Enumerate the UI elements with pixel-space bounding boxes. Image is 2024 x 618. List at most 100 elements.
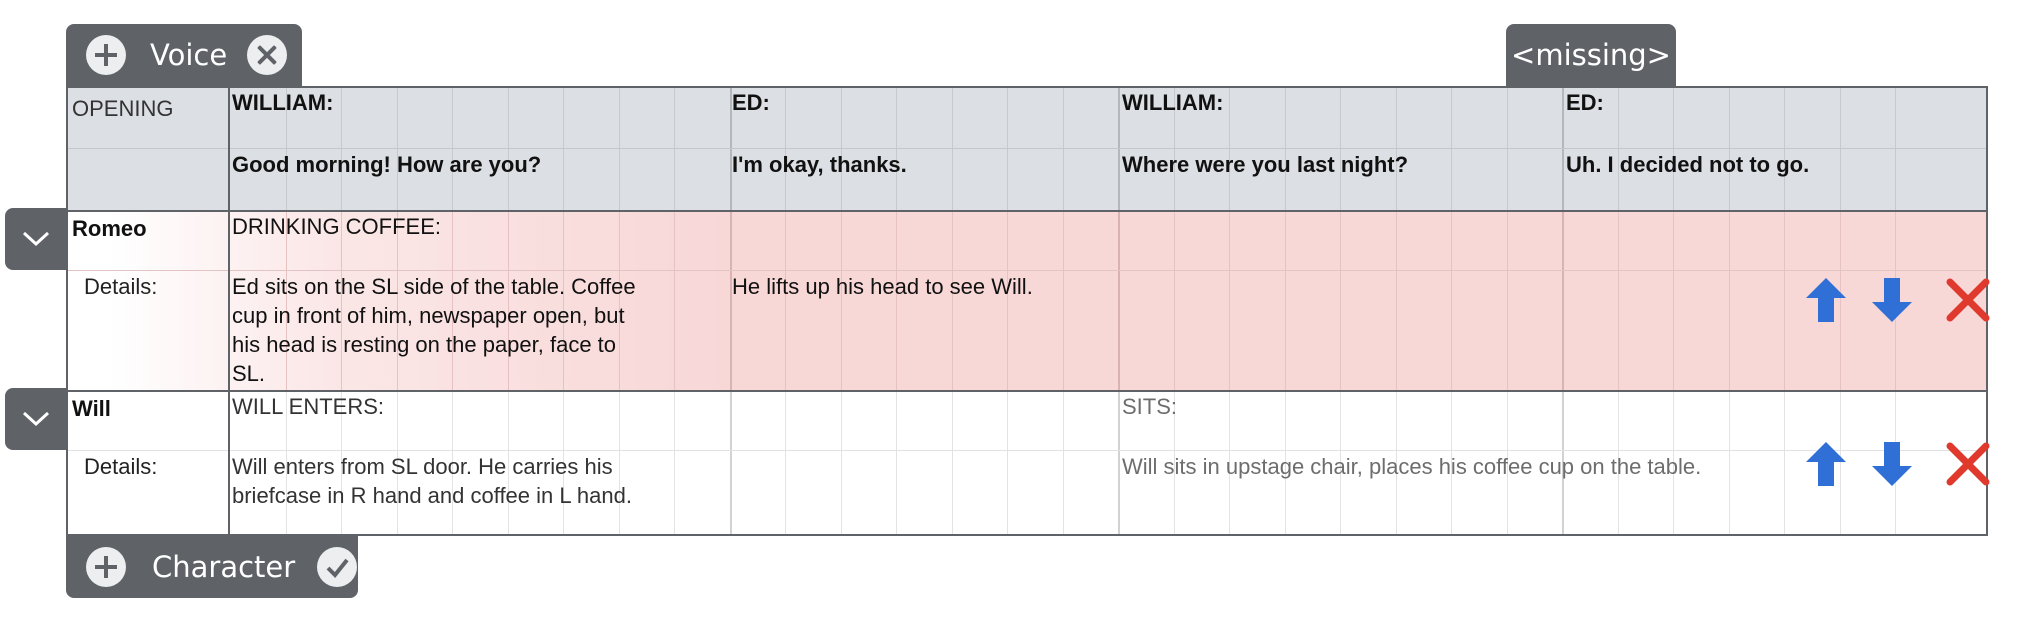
grid-line	[1007, 88, 1008, 210]
cue-speaker: ED:	[732, 90, 770, 115]
grid-line	[1062, 88, 1064, 210]
grid-line	[1007, 212, 1008, 390]
chevron-down-icon	[22, 411, 50, 427]
grid-line	[563, 88, 564, 210]
grid-line	[674, 392, 675, 534]
grid-line	[618, 88, 620, 210]
check-circle-icon[interactable]	[317, 547, 358, 587]
label-column-border	[228, 212, 230, 390]
grid-line	[1451, 212, 1452, 390]
script-grid: OPENING WILLIAM: Good morning! How are y…	[66, 86, 1988, 536]
voice-label: Voice	[150, 38, 228, 72]
details-label: Details:	[84, 454, 158, 479]
grid-line	[507, 88, 509, 210]
grid-line	[1562, 88, 1564, 210]
grid-line	[896, 392, 897, 534]
action-label[interactable]: DRINKING COFFEE:	[232, 212, 441, 241]
character-label: Character	[152, 550, 296, 584]
chevron-down-icon	[22, 231, 50, 247]
grid-line	[1506, 212, 1508, 390]
grid-line	[1506, 88, 1508, 210]
grid-line	[1673, 88, 1674, 210]
header-row: OPENING WILLIAM: Good morning! How are y…	[68, 88, 1986, 210]
collapse-romeo-button[interactable]	[5, 208, 67, 270]
grid-line	[1118, 88, 1120, 210]
grid-line	[896, 88, 897, 210]
grid-line	[1451, 88, 1452, 210]
cue-line: I'm okay, thanks.	[732, 152, 907, 177]
grid-line	[951, 88, 953, 210]
grid-line	[674, 212, 675, 390]
romeo-divider	[68, 270, 1986, 271]
arrow-down-icon[interactable]	[1872, 278, 1912, 322]
grid-line	[1562, 212, 1564, 390]
grid-line	[1784, 212, 1785, 390]
grid-line	[896, 212, 897, 390]
arrow-up-icon[interactable]	[1806, 442, 1846, 486]
detail-note[interactable]: Ed sits on the SL side of the table. Cof…	[232, 272, 652, 388]
grid-line	[1284, 212, 1286, 390]
grid-line	[785, 212, 786, 390]
grid-line	[1728, 212, 1730, 390]
grid-line	[951, 212, 953, 390]
grid-line	[840, 212, 842, 390]
grid-line	[729, 212, 732, 390]
detail-note[interactable]: He lifts up his head to see Will.	[732, 272, 1033, 301]
detail-note[interactable]: Will enters from SL door. He carries his…	[232, 452, 652, 510]
grid-line	[1229, 212, 1230, 390]
section-label: OPENING	[72, 96, 174, 121]
detail-note[interactable]: Will sits in upstage chair, places his c…	[1122, 452, 1701, 481]
missing-tab-label: <missing>	[1511, 38, 1671, 72]
grid-line	[1395, 88, 1397, 210]
header-divider	[68, 148, 1986, 149]
grid-line	[1728, 88, 1730, 210]
label-column-border	[228, 392, 230, 534]
arrow-down-icon[interactable]	[1872, 442, 1912, 486]
delete-x-icon[interactable]	[1946, 278, 1990, 322]
character-name[interactable]: Romeo	[72, 214, 147, 243]
collapse-will-button[interactable]	[5, 388, 67, 450]
delete-x-icon[interactable]	[1946, 442, 1990, 486]
grid-line	[785, 88, 786, 210]
grid-line	[729, 392, 732, 534]
header-grid-lines	[230, 88, 1986, 210]
grid-line	[1728, 392, 1730, 534]
will-divider	[68, 450, 1986, 451]
grid-line	[1395, 212, 1397, 390]
grid-line	[1118, 392, 1120, 534]
grid-line	[1062, 392, 1064, 534]
grid-line	[1673, 212, 1674, 390]
action-label[interactable]: WILL ENTERS:	[232, 392, 384, 421]
cue-line: Good morning! How are you?	[232, 152, 542, 177]
arrow-up-icon[interactable]	[1806, 278, 1846, 322]
missing-tab[interactable]: <missing>	[1506, 24, 1676, 86]
grid-line	[1617, 212, 1619, 390]
grid-line	[1340, 88, 1341, 210]
grid-line	[785, 392, 786, 534]
character-name[interactable]: Will	[72, 394, 111, 423]
add-voice-icon[interactable]	[86, 35, 126, 75]
grid-line	[1839, 88, 1841, 210]
label-column-border	[228, 88, 230, 210]
cue-speaker: WILLIAM:	[1122, 90, 1224, 115]
add-character-icon[interactable]	[86, 547, 126, 587]
voice-bar: Voice	[66, 24, 302, 86]
cue-speaker: ED:	[1566, 90, 1604, 115]
grid-line	[840, 392, 842, 534]
character-row-romeo: Romeo Details: DRINKING COFFEE: Ed sits …	[68, 210, 1986, 390]
cue-line: Uh. I decided not to go.	[1566, 152, 1810, 177]
grid-line	[1895, 88, 1896, 210]
details-label: Details:	[84, 274, 158, 299]
grid-line	[1617, 88, 1619, 210]
grid-line	[1062, 212, 1064, 390]
grid-line	[1173, 212, 1175, 390]
grid-line	[1784, 392, 1785, 534]
grid-line	[1229, 88, 1230, 210]
grid-line	[1007, 392, 1008, 534]
grid-line	[840, 88, 842, 210]
grid-line	[1118, 212, 1120, 390]
cue-line: Where were you last night?	[1122, 152, 1409, 177]
action-label[interactable]: SITS:	[1122, 392, 1177, 421]
grid-line	[1784, 88, 1785, 210]
remove-voice-icon[interactable]	[247, 35, 288, 75]
